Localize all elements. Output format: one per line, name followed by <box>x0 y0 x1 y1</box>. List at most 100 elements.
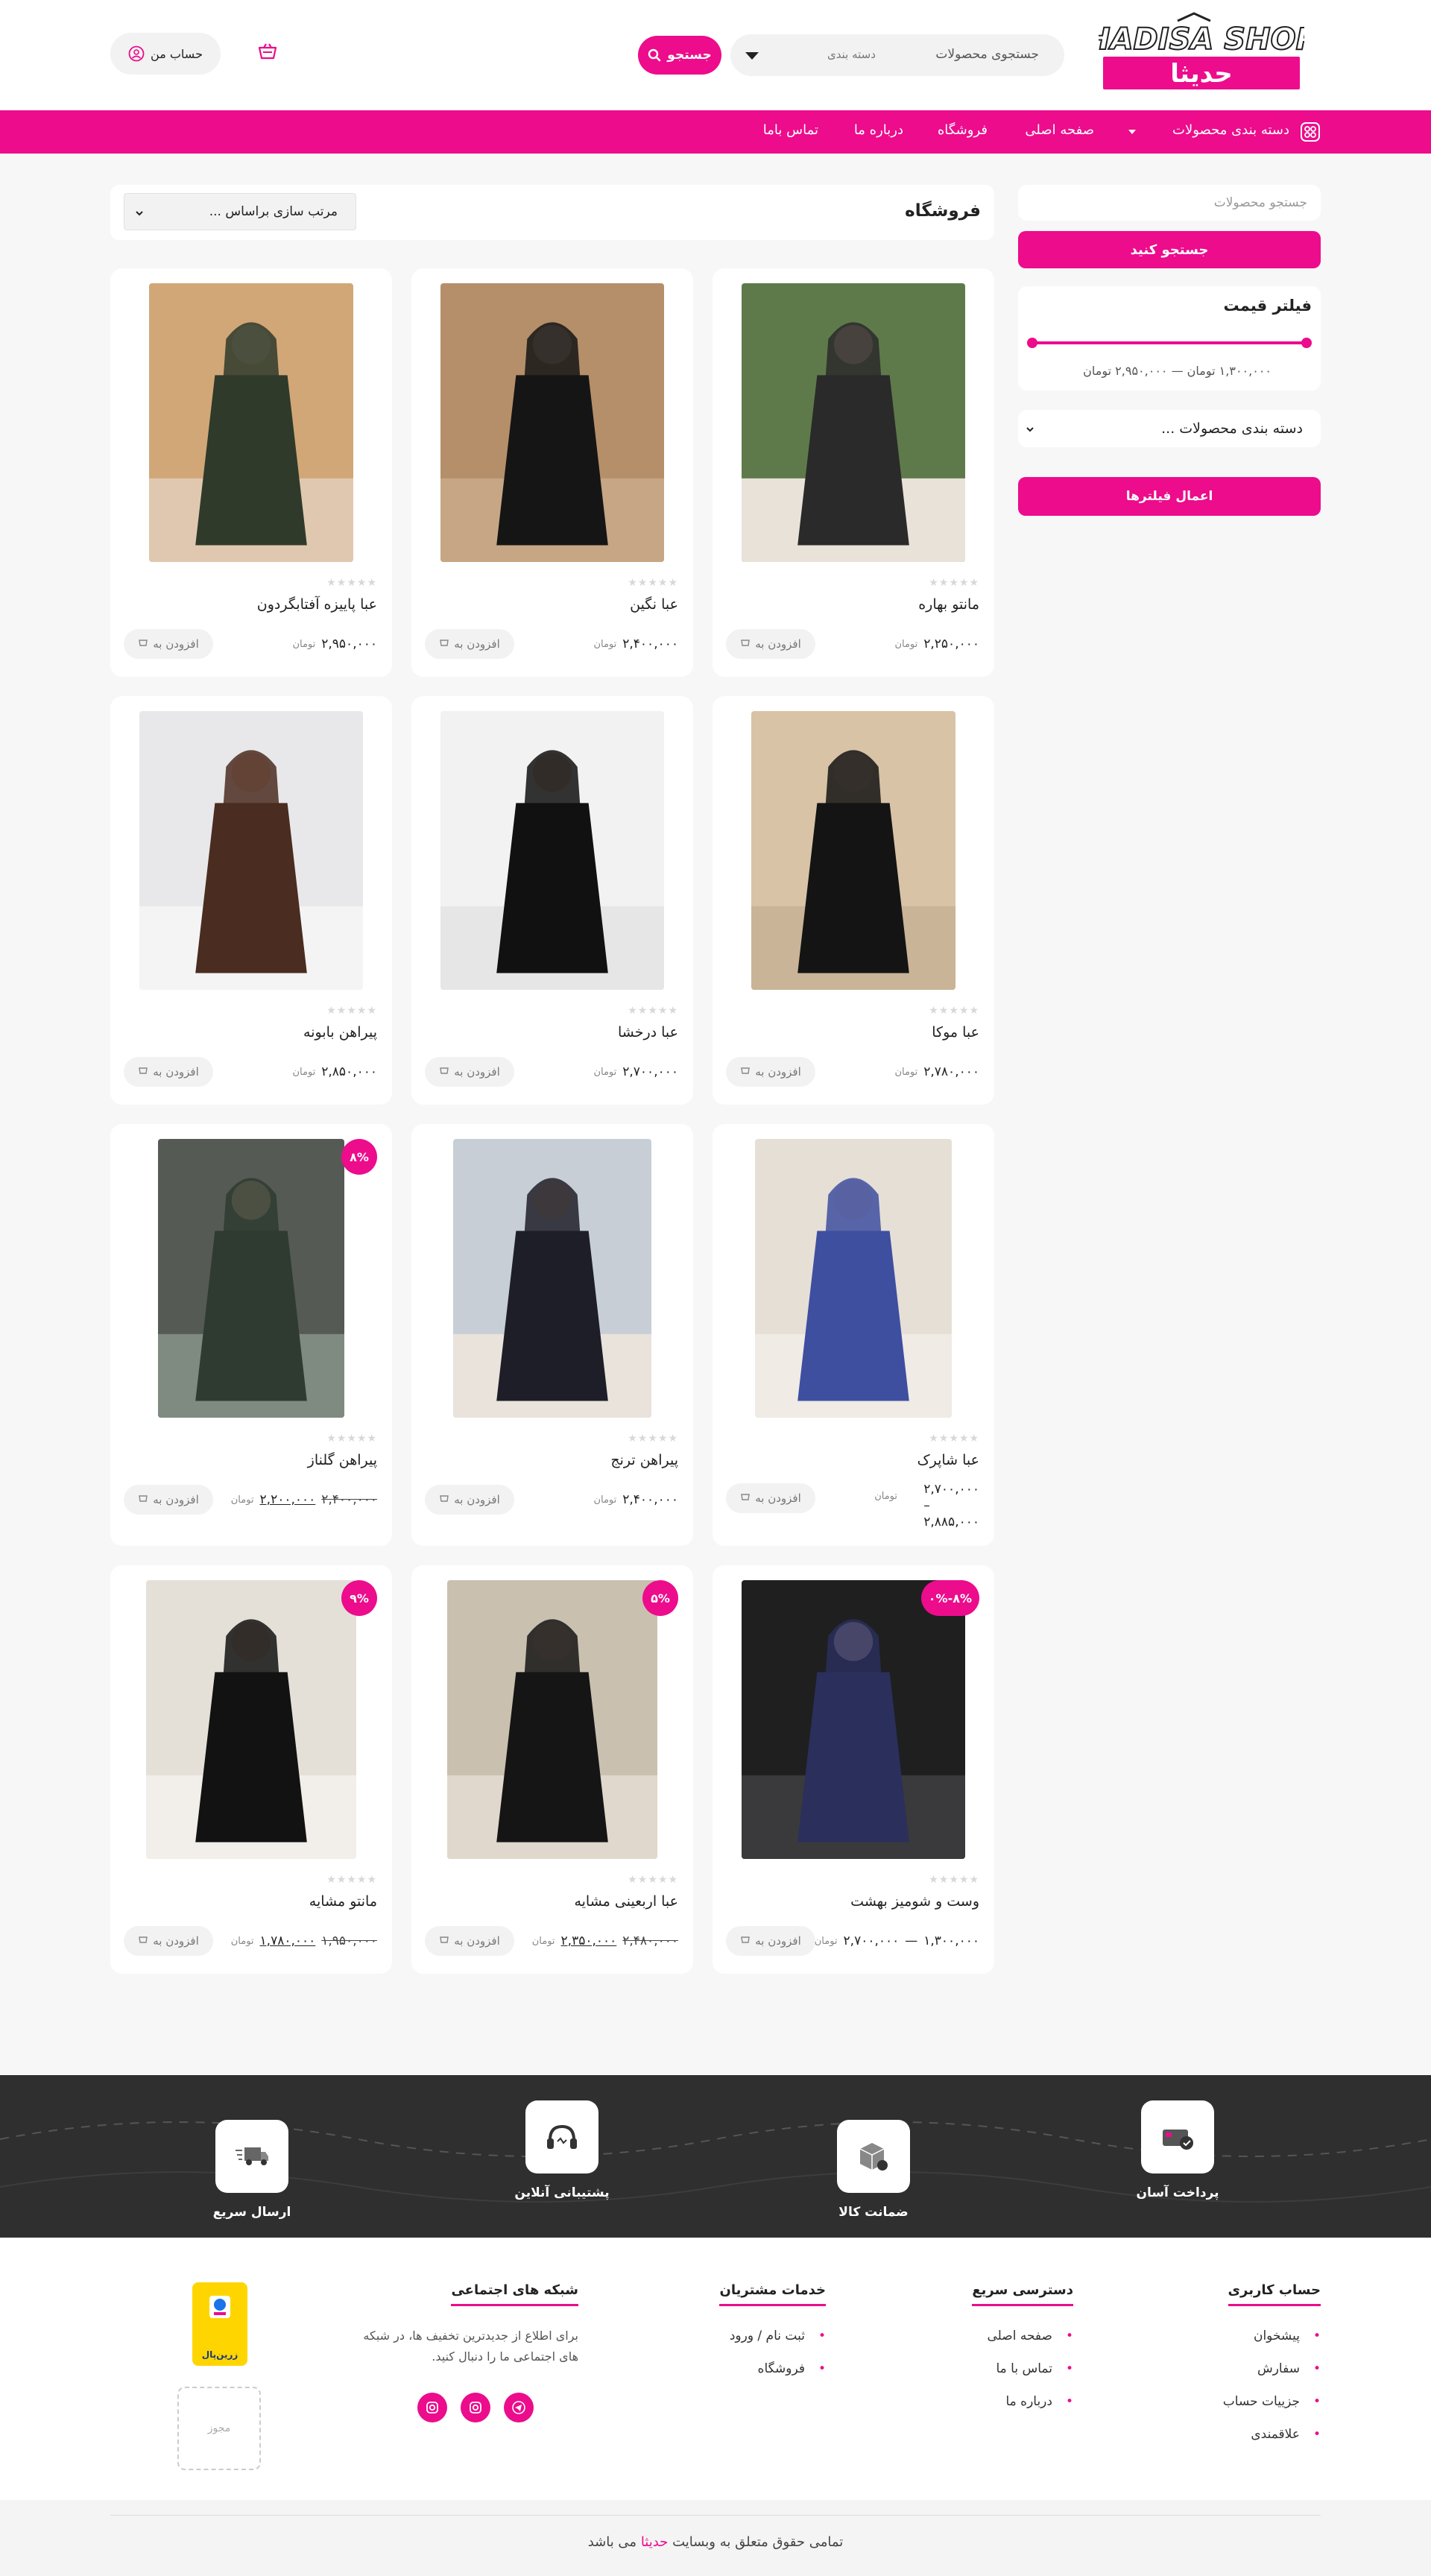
product-image[interactable] <box>158 1139 344 1418</box>
product-image[interactable] <box>755 1139 952 1418</box>
add-to-cart-button[interactable]: افزودن به <box>425 1057 514 1087</box>
category-grid-icon[interactable] <box>1300 121 1321 142</box>
product-title[interactable]: عبا درخشا <box>618 1024 678 1041</box>
license-badge[interactable]: مجوز <box>177 2387 261 2470</box>
rating-stars: ★★★★★ <box>326 1874 377 1886</box>
add-to-cart-button[interactable]: افزودن به <box>124 1926 213 1956</box>
apply-filters-button[interactable]: اعمال فیلترها <box>1018 477 1321 516</box>
chevron-down-icon <box>136 211 143 216</box>
footer-link[interactable]: جزییات حساب <box>1223 2394 1321 2409</box>
category-select[interactable]: دسته بندی <box>827 48 876 61</box>
product-image[interactable] <box>447 1580 657 1859</box>
cart-icon <box>439 1934 449 1948</box>
add-to-cart-button[interactable]: افزودن به <box>726 1926 815 1956</box>
footer-account-column: حساب کاربری پیشخوان سفارش جزییات حساب عل… <box>1223 2282 1321 2460</box>
discount-badge: ۸% <box>341 1139 377 1175</box>
product-image[interactable] <box>440 711 664 990</box>
product-card[interactable]: ★★★★★ عبا پاییزه آفتابگردون ۲,۹۵۰,۰۰۰ تومان… <box>110 268 392 677</box>
product-title[interactable]: پیراهن بابونه <box>303 1024 377 1041</box>
footer-link[interactable]: سفارش <box>1223 2361 1321 2376</box>
sort-select[interactable]: مرتب سازی براساس ... <box>124 193 356 230</box>
product-title[interactable]: عبا موکا <box>932 1024 979 1041</box>
product-title[interactable]: پیراهن گلناز <box>308 1452 377 1468</box>
copyright-brand[interactable]: حدیثا <box>641 2534 669 2550</box>
add-to-cart-button[interactable]: افزودن به <box>726 1483 815 1513</box>
add-to-cart-button[interactable]: افزودن به <box>726 1057 815 1087</box>
footer-link[interactable]: صفحه اصلی <box>972 2329 1073 2343</box>
cart-icon <box>740 1065 751 1079</box>
search-input[interactable]: جستجوی محصولات دسته بندی <box>730 34 1064 76</box>
product-card[interactable]: ★★★★★ عبا نگین ۲,۴۰۰,۰۰۰ تومان افزودن به <box>411 268 693 677</box>
product-card[interactable]: ★★★★★ پیراهن بابونه ۲,۸۵۰,۰۰۰ تومان افزودن ب… <box>110 696 392 1105</box>
add-to-cart-button[interactable]: افزودن به <box>124 1057 213 1087</box>
add-to-cart-button[interactable]: افزودن به <box>425 1485 514 1515</box>
product-price: ۲,۹۵۰,۰۰۰ تومان <box>292 637 377 651</box>
telegram-icon[interactable] <box>504 2393 534 2422</box>
product-card[interactable]: ★★★★★ مانتو بهاره ۲,۲۵۰,۰۰۰ تومان افزودن به <box>713 268 994 677</box>
product-card[interactable]: ۵% ★★★★★ عبا اربعینی مشایه ۲,۴۸۰,۰۰۰ ۲,۳۵۰,۰… <box>411 1565 693 1974</box>
product-image[interactable] <box>146 1580 356 1859</box>
footer-link[interactable]: ثبت نام / ورود <box>719 2329 826 2343</box>
footer-link[interactable]: پیشخوان <box>1223 2329 1321 2343</box>
category-dropdown-label: دسته بندی محصولات ... <box>1161 420 1303 437</box>
instagram-icon[interactable] <box>417 2393 447 2422</box>
product-card[interactable]: ★★★★★ عبا موکا ۲,۷۸۰,۰۰۰ تومان افزودن به <box>713 696 994 1105</box>
feature-label: پرداخت آسان <box>1136 2185 1219 2200</box>
add-to-cart-button[interactable]: افزودن به <box>425 1926 514 1956</box>
add-to-cart-label: افزودن به <box>755 1065 801 1079</box>
product-card[interactable]: ★★★★★ عبا شاپرک ۲,۷۰۰,۰۰۰– ۲,۸۸۵,۰۰۰ تومان اف… <box>713 1124 994 1546</box>
footer-link[interactable]: علاقمندی <box>1223 2427 1321 2442</box>
product-image[interactable] <box>742 1580 965 1859</box>
product-title[interactable]: عبا پاییزه آفتابگردون <box>257 596 377 613</box>
sidebar-search-input[interactable]: جستجو محصولات <box>1018 185 1321 221</box>
product-image[interactable] <box>751 711 955 990</box>
product-card[interactable]: ★★★★★ پیراهن ترنج ۲,۴۰۰,۰۰۰ تومان افزودن به <box>411 1124 693 1546</box>
product-card[interactable]: ۸% ★★★★★ پیراهن گلناز ۲,۴۰۰,۰۰۰ ۲,۲۰۰,۰۰۰ توم… <box>110 1124 392 1546</box>
add-to-cart-button[interactable]: افزودن به <box>726 629 815 659</box>
nav-shop[interactable]: فروشگاه <box>938 122 988 138</box>
nav-categories[interactable]: دسته بندی محصولات <box>1172 122 1289 138</box>
nav-contact[interactable]: تماس باما <box>763 122 818 138</box>
site-header: HADISA SHOP حدیثا جستجوی محصولات دسته بن… <box>0 0 1431 110</box>
product-title[interactable]: وست و شومیز بهشت <box>850 1893 979 1910</box>
product-image[interactable] <box>139 711 363 990</box>
add-to-cart-button[interactable]: افزودن به <box>124 629 213 659</box>
search-icon <box>648 48 661 62</box>
product-title[interactable]: عبا اربعینی مشایه <box>574 1893 678 1910</box>
zarinpal-badge[interactable]: زرین‌پال <box>192 2282 247 2366</box>
footer-bottom-bar: تمامی حقوق متعلق به وبسایت حدیثا می باشد <box>0 2500 1431 2576</box>
footer-link[interactable]: فروشگاه <box>719 2361 826 2376</box>
nav-about[interactable]: درباره ما <box>854 122 903 138</box>
nav-home[interactable]: صفحه اصلی <box>1025 122 1094 138</box>
product-title[interactable]: عبا نگین <box>630 596 678 613</box>
product-title[interactable]: مانتو مشایه <box>309 1893 377 1910</box>
product-card[interactable]: ★★★★★ عبا درخشا ۲,۷۰۰,۰۰۰ تومان افزودن به <box>411 696 693 1105</box>
product-title[interactable]: عبا شاپرک <box>917 1452 979 1468</box>
footer-link[interactable]: تماس با ما <box>972 2361 1073 2376</box>
add-to-cart-label: افزودن به <box>153 1065 199 1079</box>
copyright-suffix: می باشد <box>587 2534 637 2550</box>
product-title[interactable]: پیراهن ترنج <box>610 1452 678 1468</box>
chevron-down-icon[interactable] <box>1127 127 1137 137</box>
price-slider-min-handle[interactable] <box>1027 338 1037 348</box>
product-image[interactable] <box>453 1139 651 1418</box>
search-button[interactable]: جستجو <box>638 36 721 75</box>
product-title[interactable]: مانتو بهاره <box>918 596 979 613</box>
price-slider-max-handle[interactable] <box>1301 338 1312 348</box>
account-button[interactable]: حساب من <box>110 33 221 75</box>
product-price: ۱,۳۰۰,۰۰۰ — ۲,۷۰۰,۰۰۰ تومان <box>815 1933 979 1948</box>
product-image[interactable] <box>742 283 965 562</box>
product-image[interactable] <box>149 283 353 562</box>
add-to-cart-button[interactable]: افزودن به <box>425 629 514 659</box>
product-image[interactable] <box>440 283 664 562</box>
product-card[interactable]: ۹% ★★★★★ مانتو مشایه ۱,۹۵۰,۰۰۰ ۱,۷۸۰,۰۰۰ توما… <box>110 1565 392 1974</box>
add-to-cart-button[interactable]: افزودن به <box>124 1485 213 1515</box>
category-dropdown[interactable]: دسته بندی محصولات ... <box>1018 410 1321 447</box>
footer-link[interactable]: درباره ما <box>972 2394 1073 2409</box>
instagram-icon[interactable] <box>461 2393 490 2422</box>
sidebar-search-button[interactable]: جستجو کنید <box>1018 231 1321 268</box>
site-logo[interactable]: HADISA SHOP حدیثا <box>1084 10 1318 94</box>
cart-icon[interactable] <box>256 42 279 64</box>
product-card[interactable]: ۸%-۰% ★★★★★ وست و شومیز بهشت ۱,۳۰۰,۰۰۰ — ۲,۷۰… <box>713 1565 994 1974</box>
chevron-down-icon[interactable] <box>745 52 759 60</box>
